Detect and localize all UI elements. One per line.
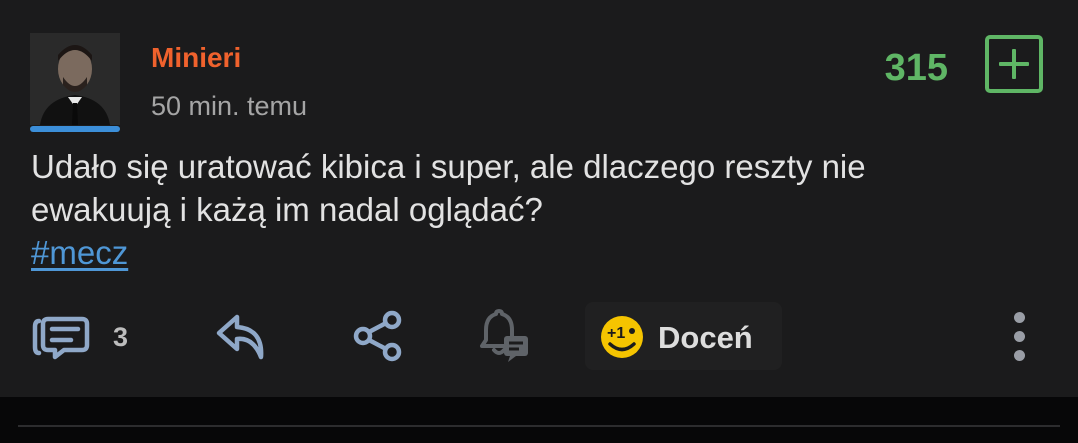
vote-count: 315 — [884, 47, 948, 89]
notification-bell-icon — [480, 309, 528, 362]
docen-button[interactable]: +1 Doceń — [585, 302, 782, 370]
entry-body-line: Udało się uratować kibica i super, ale d… — [31, 148, 866, 185]
comments-icon — [32, 316, 90, 360]
hashtag-link[interactable]: #mecz — [31, 234, 128, 271]
next-entry-area — [0, 397, 1078, 443]
divider — [18, 425, 1060, 427]
upvote-plus-icon[interactable] — [985, 35, 1043, 93]
docen-label: Doceń — [658, 320, 753, 355]
reply-button[interactable] — [212, 310, 270, 364]
notification-button[interactable] — [474, 308, 530, 364]
docen-plus-one-icon: +1 — [601, 316, 643, 358]
comments-count: 3 — [113, 322, 129, 352]
share-icon — [353, 310, 402, 362]
share-button[interactable] — [350, 308, 406, 364]
svg-text:+1: +1 — [607, 325, 625, 342]
avatar[interactable] — [30, 33, 120, 125]
more-options-icon[interactable] — [1010, 312, 1030, 362]
comments-button[interactable] — [30, 312, 92, 362]
entry-card: Minieri 50 min. temu 315 Udało się urato… — [0, 0, 1078, 397]
entry-body: Udało się uratować kibica i super, ale d… — [31, 145, 1031, 274]
reply-icon — [216, 314, 264, 360]
entry-body-line: ewakuują i każą im nadal oglądać? — [31, 191, 543, 228]
post-time[interactable]: 50 min. temu — [151, 91, 307, 122]
author-name[interactable]: Minieri — [151, 42, 241, 74]
avatar-status-underline — [30, 126, 120, 132]
